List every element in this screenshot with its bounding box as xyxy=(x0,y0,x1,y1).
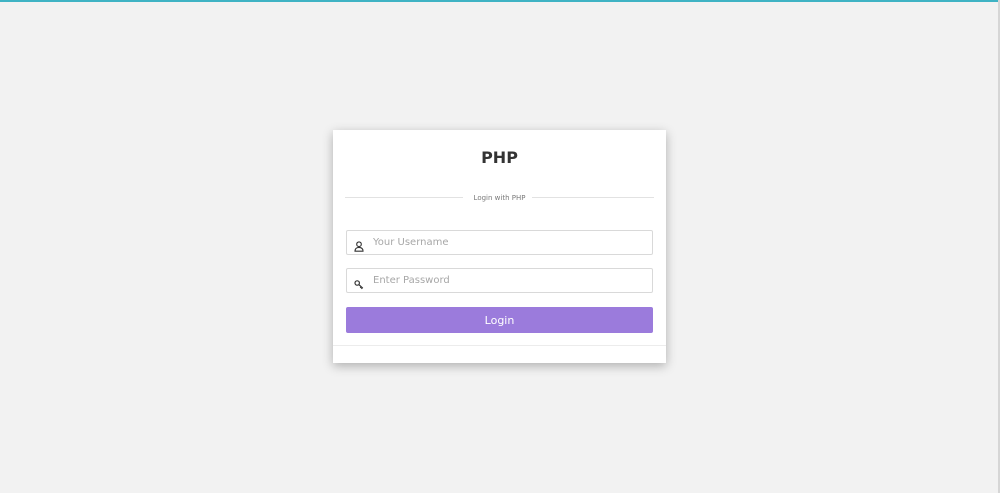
username-input[interactable] xyxy=(373,231,643,254)
login-divider: Login with PHP xyxy=(345,192,654,204)
username-field[interactable] xyxy=(346,230,653,255)
password-field[interactable] xyxy=(346,268,653,293)
divider-text: Login with PHP xyxy=(473,194,526,202)
divider-line-right xyxy=(532,197,654,198)
top-accent-bar xyxy=(0,0,1000,2)
login-button[interactable]: Login xyxy=(346,307,653,333)
card-footer-divider xyxy=(333,345,666,346)
card-title: PHP xyxy=(481,148,518,167)
password-input[interactable] xyxy=(373,269,643,292)
user-icon xyxy=(354,237,364,252)
login-card: PHP Login with PHP L xyxy=(333,130,666,363)
page-viewport: PHP Login with PHP L xyxy=(0,0,1000,493)
key-icon xyxy=(354,275,364,290)
